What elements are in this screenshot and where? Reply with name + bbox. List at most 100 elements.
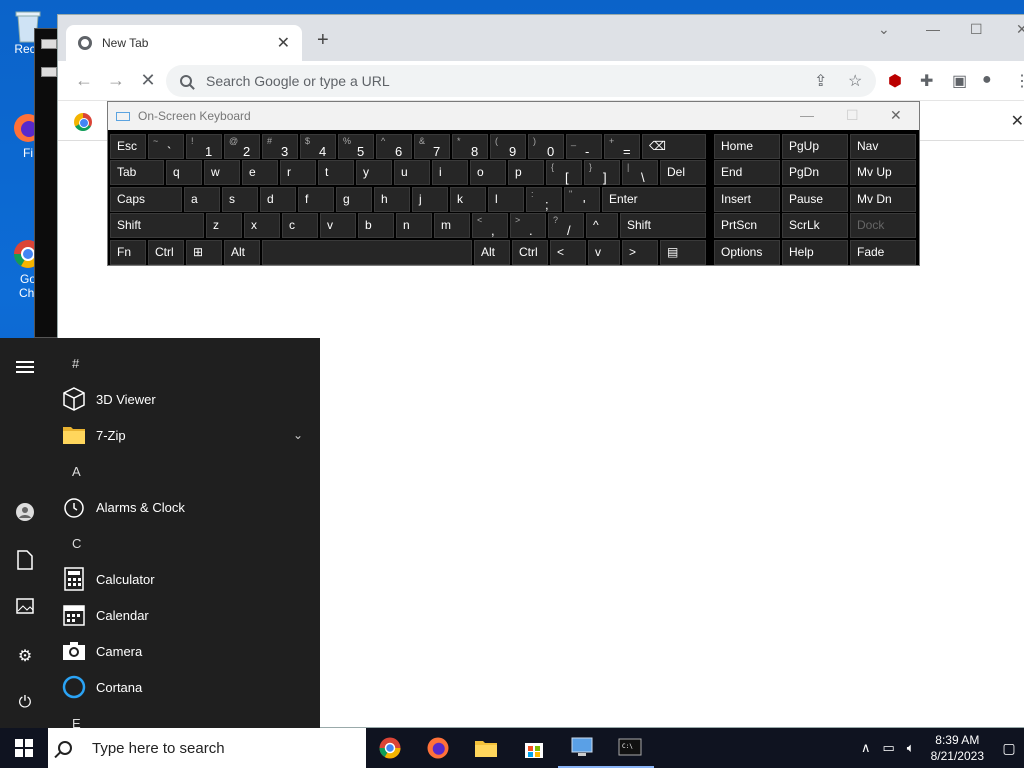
key-caps[interactable]: Caps: [110, 187, 182, 212]
key-insert[interactable]: Insert: [714, 187, 780, 212]
group-header[interactable]: C: [72, 536, 81, 551]
key--key[interactable]: <: [550, 240, 586, 265]
taskbar-network-app-button[interactable]: [558, 728, 606, 768]
key-;[interactable]: :;: [526, 187, 562, 212]
ublock-icon[interactable]: ⬢: [888, 71, 902, 91]
key-pgup[interactable]: PgUp: [782, 134, 848, 159]
profile-icon[interactable]: ●: [982, 71, 992, 89]
key-][interactable]: }]: [584, 160, 620, 185]
taskbar-file-explorer-button[interactable]: [462, 728, 510, 768]
key-alt[interactable]: Alt: [474, 240, 510, 265]
app-item[interactable]: 7-Zip ⌄: [62, 418, 307, 452]
key-del[interactable]: Del: [660, 160, 706, 185]
key-6[interactable]: ^ 6: [376, 134, 412, 159]
close-window-button[interactable]: ✕: [1016, 21, 1024, 38]
taskbar-search-box[interactable]: Type here to search: [48, 728, 366, 768]
menu-icon[interactable]: ⋮: [1014, 71, 1024, 91]
key--[interactable]: _ -: [566, 134, 602, 159]
key-2[interactable]: @2: [224, 134, 260, 159]
key-end[interactable]: End: [714, 160, 780, 185]
key-x[interactable]: x: [244, 213, 280, 238]
app-item[interactable]: Cortana: [62, 670, 307, 704]
key-options[interactable]: Options: [714, 240, 780, 265]
key-space[interactable]: [262, 240, 472, 265]
key-shift[interactable]: Shift: [110, 213, 204, 238]
key-/[interactable]: ? /: [548, 213, 584, 238]
key-[[interactable]: {[: [546, 160, 582, 185]
documents-icon[interactable]: [14, 550, 36, 572]
key-home[interactable]: Home: [714, 134, 780, 159]
key-v[interactable]: v: [588, 240, 620, 265]
key-f[interactable]: f: [298, 187, 334, 212]
volume-icon[interactable]: 🔈︎: [907, 740, 915, 756]
taskbar-chrome-button[interactable]: [366, 728, 414, 768]
app-item[interactable]: 3D Viewer: [62, 382, 307, 416]
app-item[interactable]: Calculator: [62, 562, 307, 596]
key-j[interactable]: j: [412, 187, 448, 212]
key-prtscn[interactable]: PrtScn: [714, 213, 780, 238]
key-u[interactable]: u: [394, 160, 430, 185]
reload-icon[interactable]: ✕: [132, 70, 164, 91]
key-9[interactable]: (9: [490, 134, 526, 159]
key-ctrl[interactable]: Ctrl: [148, 240, 184, 265]
key-0[interactable]: ) 0: [528, 134, 564, 159]
group-header[interactable]: A: [72, 464, 81, 479]
tab-new-tab[interactable]: New Tab ✕: [66, 25, 302, 61]
key-,[interactable]: <,: [472, 213, 508, 238]
new-tab-button[interactable]: +: [317, 29, 329, 52]
close-button[interactable]: ✕: [890, 107, 902, 124]
network-icon[interactable]: ▭: [883, 740, 895, 756]
key-p[interactable]: p: [508, 160, 544, 185]
minimize-button[interactable]: —: [800, 107, 814, 123]
key-alt[interactable]: Alt: [224, 240, 260, 265]
key-i[interactable]: i: [432, 160, 468, 185]
key-4[interactable]: $4: [300, 134, 336, 159]
key-tab[interactable]: Tab: [110, 160, 164, 185]
key-1[interactable]: ! 1: [186, 134, 222, 159]
key-z[interactable]: z: [206, 213, 242, 238]
key-pgdn[interactable]: PgDn: [782, 160, 848, 185]
hamburger-menu-icon[interactable]: [14, 358, 36, 380]
key-'[interactable]: " ': [564, 187, 600, 212]
key-d[interactable]: d: [260, 187, 296, 212]
taskbar-store-button[interactable]: [510, 728, 558, 768]
key--key[interactable]: ^: [586, 213, 618, 238]
key-help[interactable]: Help: [782, 240, 848, 265]
key-scrlk[interactable]: ScrLk: [782, 213, 848, 238]
key-e[interactable]: e: [242, 160, 278, 185]
key-h[interactable]: h: [374, 187, 410, 212]
chevron-down-icon[interactable]: ⌄: [293, 428, 303, 442]
share-icon[interactable]: ⇪: [814, 71, 827, 91]
key-v[interactable]: v: [320, 213, 356, 238]
key-m[interactable]: m: [434, 213, 470, 238]
key-enter[interactable]: Enter: [602, 187, 706, 212]
back-button[interactable]: ←: [68, 70, 100, 91]
key-8[interactable]: * 8: [452, 134, 488, 159]
settings-gear-icon[interactable]: ⚙: [14, 646, 36, 668]
key-r[interactable]: r: [280, 160, 316, 185]
key-`[interactable]: ~ `: [148, 134, 184, 159]
key-a[interactable]: a: [184, 187, 220, 212]
key-k[interactable]: k: [450, 187, 486, 212]
user-account-icon[interactable]: [14, 502, 36, 524]
key-q[interactable]: q: [166, 160, 202, 185]
group-header[interactable]: #: [72, 356, 79, 371]
maximize-button[interactable]: ☐: [970, 21, 983, 38]
notification-icon[interactable]: ▢: [994, 740, 1024, 757]
clock[interactable]: 8:39 AM 8/21/2023: [931, 732, 984, 764]
minimize-button[interactable]: —: [926, 21, 940, 37]
key-3[interactable]: #3: [262, 134, 298, 159]
key-shift[interactable]: Shift: [620, 213, 706, 238]
side-panel-icon[interactable]: ▣: [952, 71, 967, 91]
app-item[interactable]: Camera: [62, 634, 307, 668]
key-mv-up[interactable]: Mv Up: [850, 160, 916, 185]
key-mv-dn[interactable]: Mv Dn: [850, 187, 916, 212]
start-button[interactable]: [0, 728, 48, 768]
key-dock[interactable]: Dock: [850, 213, 916, 238]
key-c[interactable]: c: [282, 213, 318, 238]
key-7[interactable]: & 7: [414, 134, 450, 159]
key-nav[interactable]: Nav: [850, 134, 916, 159]
key-pause[interactable]: Pause: [782, 187, 848, 212]
key-=[interactable]: + =: [604, 134, 640, 159]
extensions-icon[interactable]: ✚: [920, 71, 933, 91]
